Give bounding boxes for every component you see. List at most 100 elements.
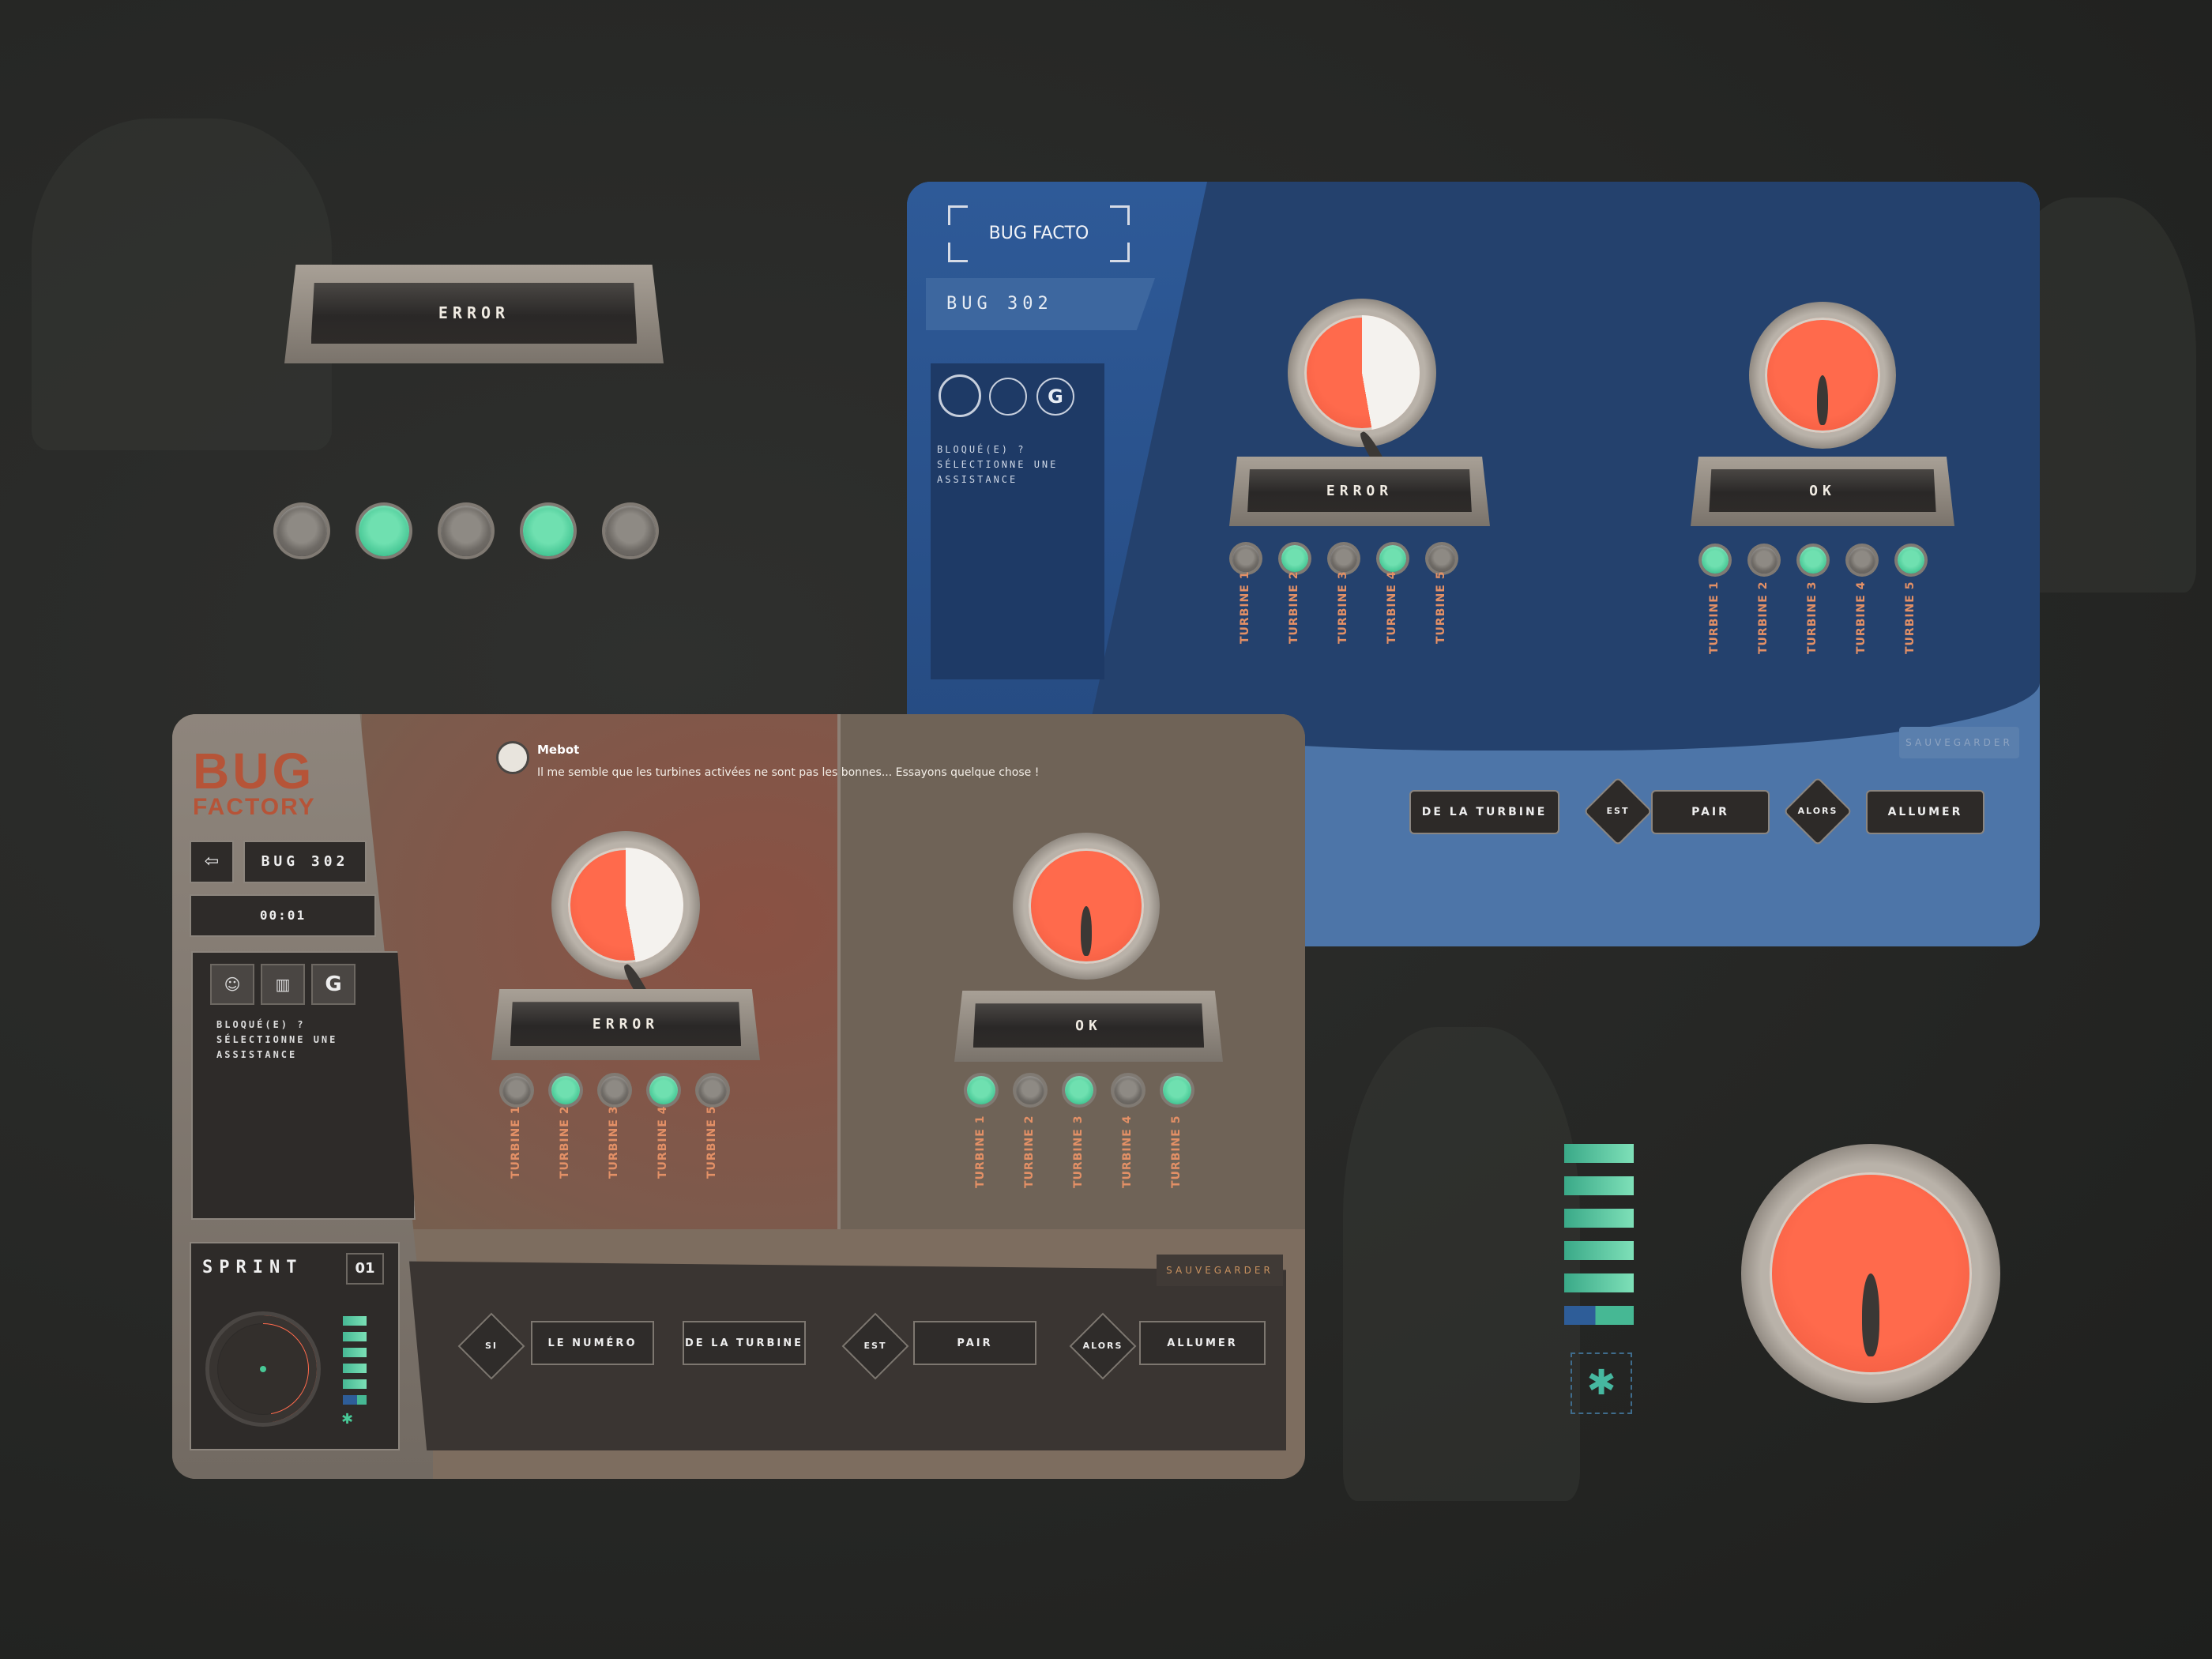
turbine-led-1[interactable] — [1702, 547, 1729, 574]
brown-error-plate: ERROR — [491, 989, 760, 1060]
brown-help-panel: ☺ ▥ G BLOQUÉ(E) ? SÉLECTIONNE UNE ASSIST… — [191, 951, 416, 1220]
turbine-led-5[interactable] — [1898, 547, 1924, 574]
sequence-block[interactable]: LE NUMÉRO — [531, 1321, 654, 1365]
turbine-led-5[interactable] — [1428, 545, 1455, 572]
progress-bar-segment — [1564, 1176, 1634, 1195]
turbine-led-4[interactable] — [1379, 545, 1406, 572]
brown-ok-plate: OK — [954, 991, 1223, 1062]
google-icon[interactable]: G — [1036, 378, 1074, 416]
blue-title: BUG FACTO — [988, 224, 1089, 243]
sprint-dial-center — [260, 1366, 266, 1372]
turbine-label: TURBINE 2 — [1757, 581, 1770, 654]
turbine-label: TURBINE 4 — [1386, 570, 1398, 644]
brown-bug-tag[interactable]: BUG 302 — [243, 841, 367, 883]
turbine-led-1[interactable] — [276, 506, 327, 556]
blue-save-button[interactable]: SAUVEGARDER — [1899, 727, 2019, 758]
sequence-label: EST — [863, 1341, 887, 1351]
turbine-led-4[interactable] — [523, 506, 574, 556]
turbine-led-3[interactable] — [1330, 545, 1357, 572]
turbine-label: TURBINE 3 — [1072, 1115, 1085, 1188]
logo-line2: FACTORY — [193, 794, 316, 820]
turbine-led-2[interactable] — [1281, 545, 1308, 572]
sequence-block[interactable]: PAIR — [1651, 790, 1770, 834]
progress-bar-segment — [343, 1379, 367, 1389]
turbine-led-4[interactable] — [1114, 1076, 1142, 1104]
turbine-led-4[interactable] — [649, 1076, 678, 1104]
brown-bug-label: BUG 302 — [261, 853, 349, 870]
exit-icon[interactable]: ⇦ — [190, 841, 234, 883]
turbine-led-5[interactable] — [698, 1076, 727, 1104]
turbine-label: TURBINE 5 — [1904, 581, 1917, 654]
turbine-led-1[interactable] — [1232, 545, 1259, 572]
turbine-led-2[interactable] — [1751, 547, 1778, 574]
turbine-led-3[interactable] — [441, 506, 491, 556]
turbine-label: TURBINE 2 — [559, 1105, 571, 1179]
timer: 00:01 — [190, 894, 376, 937]
progress-bar-segment — [343, 1348, 367, 1357]
turbine-led-2[interactable] — [359, 506, 409, 556]
turbine-led-1[interactable] — [967, 1076, 995, 1104]
google-icon[interactable]: G — [311, 964, 356, 1005]
turbine-led-3[interactable] — [1800, 547, 1826, 574]
turbine-led-2[interactable] — [551, 1076, 580, 1104]
turbine-led-3[interactable] — [1065, 1076, 1093, 1104]
panel-divider — [837, 714, 841, 1229]
brown-error-label: ERROR — [592, 1015, 660, 1033]
progress-bar-segment — [343, 1395, 367, 1405]
book-icon[interactable]: ▥ — [261, 964, 305, 1005]
sequence-block[interactable]: ALLUMER — [1866, 790, 1984, 834]
sprint-number: 01 — [346, 1253, 384, 1285]
turbine-led-4[interactable] — [1849, 547, 1875, 574]
blue-bug-tag[interactable]: BUG 302 — [926, 278, 1155, 330]
bg-silhouette — [1343, 1027, 1580, 1501]
sequence-label: ALORS — [1797, 806, 1838, 816]
blue-error-label: ERROR — [1326, 482, 1394, 499]
blue-help-panel: G BLOQUÉ(E) ? SÉLECTIONNE UNE ASSISTANCE — [931, 363, 1104, 679]
turbine-label: TURBINE 5 — [705, 1105, 718, 1179]
progress-bar-segment — [1564, 1306, 1634, 1325]
turbine-label: TURBINE 4 — [1121, 1115, 1134, 1188]
progress-bar-segment — [1564, 1209, 1634, 1228]
brown-ok-label: OK — [1075, 1017, 1102, 1034]
brown-save-button[interactable]: SAUVEGARDER — [1157, 1255, 1283, 1286]
turbine-label: TURBINE 1 — [510, 1105, 522, 1179]
chat-message: Il me semble que les turbines activées n… — [537, 766, 1040, 779]
blue-error-plate: ERROR — [1229, 457, 1490, 526]
sequence-block[interactable]: PAIR — [913, 1321, 1036, 1365]
avatar — [496, 741, 529, 774]
sequence-label: SI — [484, 1341, 498, 1351]
blue-bug-label: BUG 302 — [946, 294, 1053, 314]
turbine-label: TURBINE 3 — [1337, 570, 1349, 644]
turbine-led-2[interactable] — [1016, 1076, 1044, 1104]
bug-icon: ✱ — [341, 1411, 354, 1428]
turbine-label: TURBINE 4 — [1855, 581, 1868, 654]
turbine-label: TURBINE 5 — [1170, 1115, 1183, 1188]
book-icon[interactable] — [989, 378, 1027, 416]
progress-bar-segment — [1564, 1241, 1634, 1260]
turbine-label: TURBINE 1 — [1239, 570, 1251, 644]
turbine-label: TURBINE 1 — [1708, 581, 1721, 654]
turbine-led-3[interactable] — [600, 1076, 629, 1104]
turbine-led-1[interactable] — [502, 1076, 531, 1104]
turbine-led-5[interactable] — [605, 506, 656, 556]
sequence-label: EST — [1606, 806, 1630, 816]
robot-icon[interactable]: ☺ — [210, 964, 254, 1005]
brown-left-gauge — [551, 831, 700, 1019]
turbine-label: TURBINE 2 — [1288, 570, 1300, 644]
robot-icon[interactable] — [939, 374, 981, 417]
chat-name: Mebot — [537, 743, 580, 757]
bg-silhouette — [32, 118, 332, 450]
turbine-label: TURBINE 2 — [1023, 1115, 1036, 1188]
timer-value: 00:01 — [259, 908, 307, 923]
sequence-diamond[interactable]: ALORS — [1783, 777, 1853, 846]
turbine-led-5[interactable] — [1163, 1076, 1191, 1104]
sequence-diamond[interactable]: EST — [1583, 777, 1653, 846]
blue-ok-label: OK — [1809, 482, 1836, 499]
logo-line1: BUG — [193, 743, 315, 799]
sequence-block[interactable]: ALLUMER — [1139, 1321, 1266, 1365]
progress-bar-segment — [343, 1364, 367, 1373]
turbine-label: TURBINE 1 — [974, 1115, 987, 1188]
sequence-block[interactable]: DE LA TURBINE — [683, 1321, 806, 1365]
sequence-label: ALORS — [1082, 1341, 1123, 1351]
sequence-block[interactable]: DE LA TURBINE — [1409, 790, 1559, 834]
